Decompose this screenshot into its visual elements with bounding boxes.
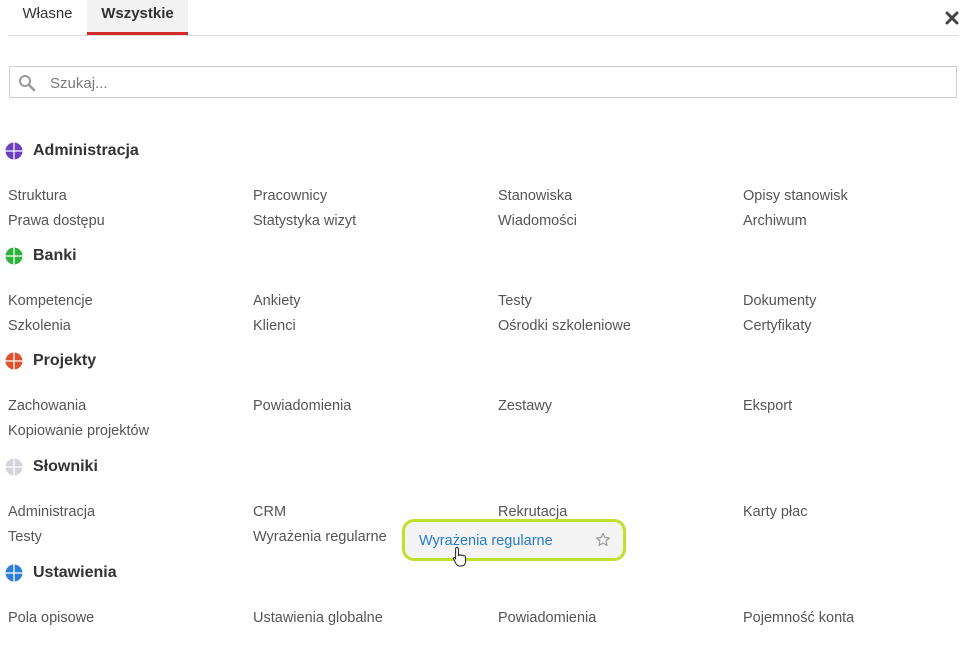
module-link[interactable]: Pola opisowe: [8, 609, 94, 627]
module-link[interactable]: Struktura: [8, 187, 67, 205]
module-link[interactable]: Prawa dostępu: [8, 212, 105, 230]
module-link[interactable]: Opisy stanowisk: [743, 187, 848, 205]
module-link[interactable]: Ankiety: [253, 292, 301, 310]
section-title-label: Projekty: [33, 352, 97, 369]
section-title: Słowniki: [5, 456, 98, 478]
section-title: Administracja: [5, 140, 139, 162]
module-link[interactable]: Archiwum: [743, 212, 807, 230]
globe-icon: [5, 458, 23, 476]
module-link[interactable]: Pojemność konta: [743, 609, 854, 627]
section-title-label: Ustawienia: [33, 564, 117, 581]
close-icon[interactable]: [945, 11, 959, 25]
module-link[interactable]: Dokumenty: [743, 292, 816, 310]
section-title: Projekty: [5, 350, 96, 372]
tab-all[interactable]: Wszystkie: [87, 0, 188, 35]
module-link[interactable]: Testy: [498, 292, 532, 310]
module-link[interactable]: CRM: [253, 503, 286, 521]
search-icon: [19, 75, 36, 92]
module-link[interactable]: Ustawienia globalne: [253, 609, 383, 627]
module-link[interactable]: Wiadomości: [498, 212, 577, 230]
drag-popup: Wyrażenia regularne: [402, 519, 626, 561]
globe-icon: [5, 352, 23, 370]
module-link[interactable]: Kompetencje: [8, 292, 93, 310]
star-icon[interactable]: [595, 532, 611, 548]
module-link[interactable]: Certyfikaty: [743, 317, 812, 335]
section-title: Banki: [5, 245, 77, 267]
section-title-label: Administracja: [33, 142, 139, 159]
module-link[interactable]: Powiadomienia: [253, 397, 351, 415]
module-link[interactable]: Eksport: [743, 397, 792, 415]
module-link[interactable]: Statystyka wizyt: [253, 212, 356, 230]
globe-icon: [5, 247, 23, 265]
tab-bar: Własne Wszystkie: [8, 0, 958, 36]
module-link[interactable]: Klienci: [253, 317, 296, 335]
tab-own[interactable]: Własne: [8, 0, 87, 34]
module-link[interactable]: Administracja: [8, 503, 95, 521]
module-link[interactable]: Zachowania: [8, 397, 86, 415]
module-link[interactable]: Pracownicy: [253, 187, 327, 205]
section-title-label: Słowniki: [33, 458, 98, 475]
module-link[interactable]: Powiadomienia: [498, 609, 596, 627]
module-link[interactable]: Szkolenia: [8, 317, 71, 335]
globe-icon: [5, 564, 23, 582]
module-link[interactable]: Testy: [8, 528, 42, 546]
hand-cursor-icon: [452, 546, 466, 567]
section-title-label: Banki: [33, 247, 77, 264]
module-link[interactable]: Ośrodki szkoleniowe: [498, 317, 631, 335]
module-link[interactable]: Stanowiska: [498, 187, 572, 205]
module-link[interactable]: Wyrażenia regularne: [253, 528, 387, 546]
globe-icon: [5, 142, 23, 160]
module-link[interactable]: Zestawy: [498, 397, 552, 415]
search-input[interactable]: [48, 68, 942, 98]
module-link[interactable]: Karty płac: [743, 503, 807, 521]
module-link[interactable]: Kopiowanie projektów: [8, 422, 149, 440]
section-title: Ustawienia: [5, 562, 117, 584]
drag-popup-link[interactable]: Wyrażenia regularne: [419, 532, 553, 550]
search-box: [9, 66, 957, 98]
